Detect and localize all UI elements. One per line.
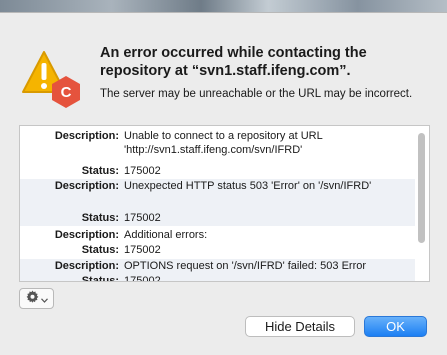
error-headline: An error occurred while contacting the r… bbox=[100, 45, 367, 79]
window-background-strip bbox=[0, 0, 447, 13]
ok-button[interactable]: OK bbox=[364, 316, 427, 337]
detail-value: 175002 bbox=[124, 244, 161, 256]
details-scrollbar[interactable] bbox=[417, 129, 426, 277]
detail-row: Description: Unable to connect to a repo… bbox=[20, 129, 415, 159]
detail-value: 175002 bbox=[124, 212, 161, 224]
detail-label: Status: bbox=[81, 165, 119, 177]
detail-row: Status: 175002 bbox=[20, 274, 415, 282]
detail-row: Description: Additional errors: bbox=[20, 228, 415, 243]
scrollbar-thumb[interactable] bbox=[418, 133, 425, 243]
detail-value: Unexpected HTTP status 503 'Error' on '/… bbox=[124, 180, 372, 192]
detail-label: Status: bbox=[81, 275, 119, 282]
chevron-down-icon bbox=[40, 290, 48, 308]
detail-row: Description: OPTIONS request on '/svn/IF… bbox=[20, 259, 415, 274]
hide-details-button[interactable]: Hide Details bbox=[245, 316, 355, 337]
detail-value: 175002 bbox=[124, 165, 161, 177]
detail-label: Description: bbox=[54, 180, 119, 192]
detail-row: Status: 175002 bbox=[20, 243, 415, 258]
detail-value: Unable to connect to a repository at URL… bbox=[124, 130, 323, 156]
detail-label: Description: bbox=[54, 130, 119, 142]
detail-value: OPTIONS request on '/svn/IFRD' failed: 5… bbox=[124, 260, 367, 272]
error-subtitle: The server may be unreachable or the URL… bbox=[100, 88, 413, 100]
detail-label: Status: bbox=[81, 244, 119, 256]
detail-label: Description: bbox=[54, 260, 119, 272]
detail-label: Status: bbox=[81, 212, 119, 224]
action-menu-button[interactable] bbox=[19, 288, 54, 309]
gear-icon bbox=[26, 290, 39, 308]
detail-label: Description: bbox=[54, 229, 119, 241]
detail-value: Additional errors: bbox=[124, 229, 208, 241]
error-details-panel[interactable]: Description: Unable to connect to a repo… bbox=[19, 125, 430, 282]
detail-row: Status: 175002 bbox=[20, 164, 415, 179]
detail-row: Status: 175002 bbox=[20, 211, 415, 226]
detail-value: 175002 bbox=[124, 275, 161, 282]
app-badge-letter: C bbox=[61, 84, 72, 101]
warning-icon: C bbox=[20, 48, 82, 110]
